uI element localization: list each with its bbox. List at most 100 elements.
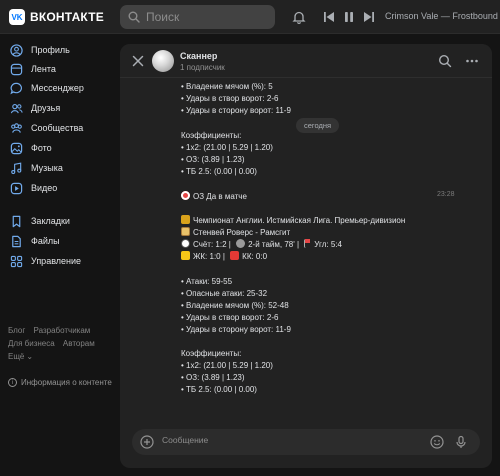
messenger-icon: [10, 82, 22, 94]
sidebar-item-bookmarks[interactable]: Закладки: [10, 212, 70, 230]
sidebar-item-video[interactable]: Видео: [10, 179, 57, 197]
message-line: • 1x2: (21.00 | 5.29 | 1.20): [181, 143, 273, 152]
footer-link-developers[interactable]: Разработчикам: [34, 326, 91, 335]
message-line: • Удары в створ ворот: 2-6: [181, 94, 279, 103]
message-line: • ТБ 2.5: (0.00 | 0.00): [181, 385, 257, 394]
message-input[interactable]: [162, 435, 422, 445]
content-info-link[interactable]: i Информация о контенте: [8, 378, 112, 387]
clipboard-icon: [181, 227, 190, 236]
sidebar-item-label: Друзья: [31, 103, 61, 113]
message-line: Стенвей Роверс - Рамсгит: [181, 227, 290, 238]
search-box[interactable]: [120, 5, 275, 29]
emoji-smile-icon[interactable]: [430, 435, 444, 449]
message-line: • Атаки: 59-55: [181, 277, 233, 286]
close-icon[interactable]: [131, 54, 145, 68]
profile-icon: [10, 43, 23, 57]
message-line: • 1x2: (21.00 | 5.29 | 1.20): [181, 361, 273, 370]
friends-icon: [10, 103, 23, 113]
communities-icon: [11, 122, 22, 133]
music-icon: [11, 162, 22, 174]
sidebar-item-label: Лента: [31, 64, 56, 74]
date-separator: сегодня: [296, 118, 340, 133]
sidebar-item-files[interactable]: Файлы: [10, 232, 60, 250]
message-composer: [132, 429, 480, 455]
microphone-icon[interactable]: [454, 435, 468, 449]
message-line: • Опасные атаки: 25-32: [181, 289, 268, 298]
soccer-ball-icon: [181, 239, 190, 248]
message-line: • Удары в сторону ворот: 11-9: [181, 106, 291, 115]
sidebar: Профиль Лента Мессенджер Друзья Сообщест…: [0, 34, 112, 476]
message-line: • Владение мячом (%): 5: [181, 82, 273, 91]
message-headline: ОЗ Да в матче: [181, 191, 247, 202]
sidebar-item-label: Файлы: [31, 236, 60, 246]
sidebar-item-messenger[interactable]: Мессенджер: [10, 79, 84, 97]
message-line: • ТБ 2.5: (0.00 | 0.00): [181, 167, 257, 176]
chat-title[interactable]: Сканнер: [180, 51, 217, 61]
sidebar-item-label: Закладки: [31, 216, 70, 226]
video-icon: [10, 182, 23, 194]
vk-logo-icon: VK: [9, 9, 25, 25]
files-icon: [12, 235, 21, 247]
message-line: Коэффициенты:: [181, 131, 242, 140]
pause-icon[interactable]: [340, 8, 358, 26]
now-playing-title[interactable]: Crimson Vale — Frostbound V: [385, 11, 500, 21]
sidebar-item-label: Фото: [31, 143, 52, 153]
message-line: • ОЗ: (3.89 | 1.23): [181, 373, 245, 382]
vk-logo-text: ВКОНТАКТЕ: [30, 10, 104, 24]
sidebar-item-label: Профиль: [31, 45, 70, 55]
attach-plus-icon[interactable]: [140, 435, 154, 449]
footer-link-business[interactable]: Для бизнеса: [8, 339, 55, 348]
footer-link-blog[interactable]: Блог: [8, 326, 25, 335]
photo-icon: [10, 142, 23, 154]
message-line: • Владение мячом (%): 52-48: [181, 301, 289, 310]
top-bar: VK ВКОНТАКТЕ Crimson Vale — Frostbound V: [0, 0, 500, 34]
message-line: • Удары в створ ворот: 2-6: [181, 313, 279, 322]
sidebar-item-label: Управление: [31, 256, 82, 266]
chevron-down-icon: ⌄: [26, 352, 34, 361]
feed-icon: [10, 63, 23, 75]
sidebar-item-label: Музыка: [31, 163, 63, 173]
corner-flag-icon: [304, 239, 311, 248]
search-icon: [128, 11, 140, 23]
next-track-icon[interactable]: [360, 8, 378, 26]
search-input[interactable]: [146, 10, 266, 24]
vk-logo[interactable]: VK ВКОНТАКТЕ: [9, 9, 104, 25]
notifications-bell-icon[interactable]: [290, 8, 308, 26]
message-time: 23:28: [437, 191, 455, 198]
message-line: • Удары в сторону ворот: 11-9: [181, 325, 291, 334]
info-icon: i: [8, 378, 17, 387]
content-info-label: Информация о контенте: [21, 378, 112, 387]
message-line: • ОЗ: (3.89 | 1.23): [181, 155, 245, 164]
sidebar-item-music[interactable]: Музыка: [10, 159, 63, 177]
manage-icon: [10, 255, 23, 267]
previous-track-icon[interactable]: [320, 8, 338, 26]
sidebar-item-friends[interactable]: Друзья: [10, 99, 60, 117]
subscriber-count: 1 подписчик: [180, 63, 225, 72]
message-line: Чемпионат Англии. Истмийская Лига. Премь…: [181, 215, 405, 226]
sidebar-item-manage[interactable]: Управление: [10, 252, 81, 270]
footer-link-authors[interactable]: Авторам: [63, 339, 95, 348]
sidebar-item-label: Мессенджер: [31, 83, 84, 93]
target-icon: [181, 191, 190, 200]
message-history[interactable]: сегодня • Владение мячом (%): 5 • Удары …: [120, 78, 492, 423]
sidebar-item-label: Видео: [31, 183, 58, 193]
red-card-icon: [230, 251, 240, 260]
message-line: Коэффициенты:: [181, 349, 242, 358]
sidebar-item-feed[interactable]: Лента: [10, 60, 56, 78]
footer-links: Блог Разработчикам Для бизнеса Авторам Е…: [8, 324, 101, 363]
sidebar-item-photo[interactable]: Фото: [10, 139, 52, 157]
more-options-icon[interactable]: [465, 54, 479, 68]
sidebar-item-label: Сообщества: [31, 123, 84, 133]
sidebar-item-communities[interactable]: Сообщества: [10, 119, 83, 137]
avatar[interactable]: [152, 50, 174, 72]
message-line: Счёт: 1:2 | 2-й тайм, 78' | Угл: 5:4: [181, 239, 342, 250]
bookmark-icon: [12, 215, 21, 227]
trophy-icon: [181, 215, 190, 224]
search-icon[interactable]: [438, 54, 452, 68]
message-line: ЖК: 1:0 | КК: 0:0: [181, 251, 267, 262]
yellow-card-icon: [181, 251, 190, 260]
stopwatch-icon: [236, 239, 246, 248]
sidebar-item-profile[interactable]: Профиль: [10, 41, 70, 59]
footer-link-more[interactable]: Ещё: [8, 352, 24, 361]
chat-panel: Сканнер 1 подписчик сегодня • Владение м…: [120, 44, 492, 468]
